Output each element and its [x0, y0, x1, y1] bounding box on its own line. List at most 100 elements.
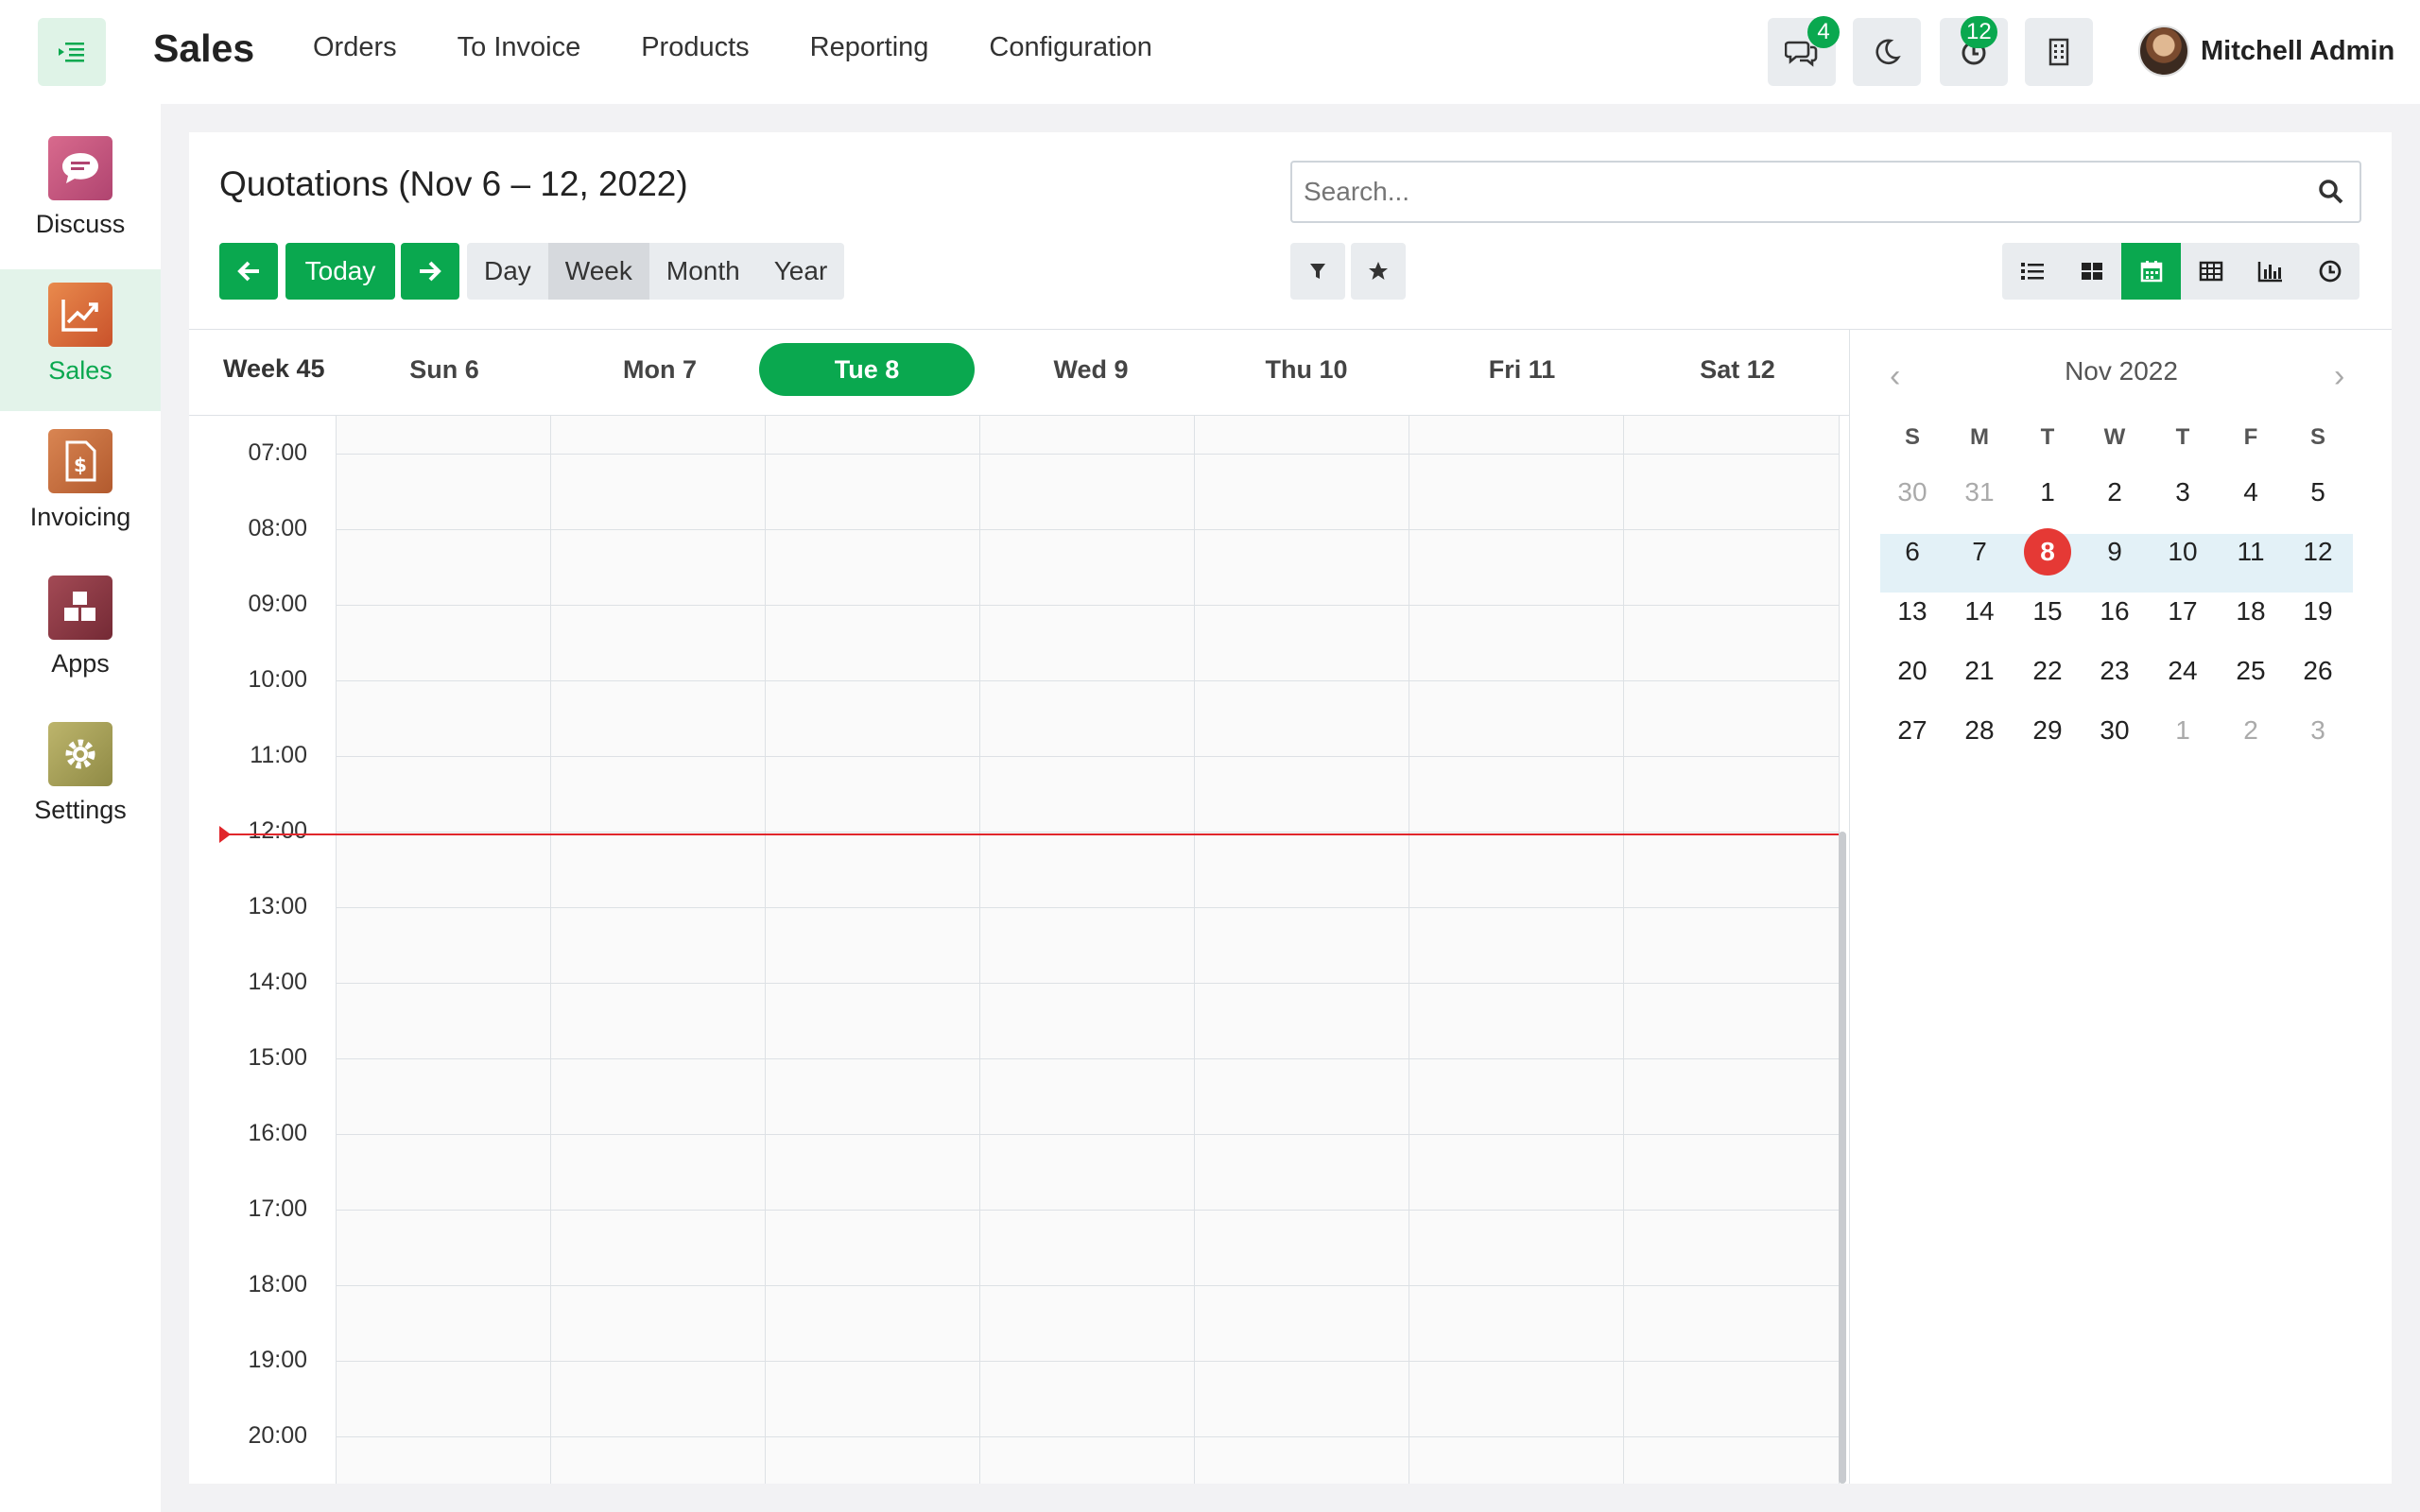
sidebar-item-settings[interactable]: Settings	[0, 709, 161, 850]
gear-icon	[48, 722, 112, 786]
chart-icon	[48, 283, 112, 347]
calendar-view-icon[interactable]	[2121, 243, 2181, 300]
mini-next-month-icon[interactable]: ›	[2334, 358, 2344, 395]
hour-label: 07:00	[248, 439, 307, 466]
day-header-sun[interactable]: Sun 6	[337, 343, 552, 396]
hour-line	[336, 605, 1839, 606]
mini-day[interactable]: 23	[2091, 650, 2138, 692]
app-menu-toggle-button[interactable]	[38, 18, 106, 86]
mini-day[interactable]: 1	[2159, 710, 2206, 751]
menu-configuration[interactable]: Configuration	[989, 32, 1152, 63]
mini-day[interactable]: 12	[2294, 531, 2342, 573]
mini-day[interactable]: 24	[2159, 650, 2206, 692]
app-title[interactable]: Sales	[153, 26, 254, 71]
mini-day[interactable]: 30	[2091, 710, 2138, 751]
sidebar-item-discuss[interactable]: Discuss	[0, 123, 161, 265]
mini-day[interactable]: 2	[2091, 472, 2138, 513]
mini-day[interactable]: 5	[2294, 472, 2342, 513]
hour-line	[336, 983, 1839, 984]
grid-scrollbar[interactable]	[1839, 832, 1846, 1484]
mini-day[interactable]: 28	[1956, 710, 2003, 751]
dark-mode-button[interactable]	[1853, 18, 1921, 86]
mini-day[interactable]: 1	[2024, 472, 2071, 513]
hour-line	[336, 529, 1839, 530]
hour-line	[336, 1285, 1839, 1286]
hour-label: 14:00	[248, 969, 307, 995]
activity-view-icon[interactable]	[2300, 243, 2360, 300]
user-menu[interactable]: Mitchell Admin	[2138, 26, 2394, 77]
pivot-view-icon[interactable]	[2181, 243, 2240, 300]
mini-day[interactable]: 18	[2227, 591, 2274, 632]
today-button[interactable]: Today	[285, 243, 395, 300]
mini-day[interactable]: 11	[2227, 531, 2274, 573]
calendar-time-grid[interactable]: 06:0007:0008:0009:0010:0011:0012:0013:00…	[189, 416, 1849, 1484]
day-header-sat[interactable]: Sat 12	[1630, 343, 1845, 396]
sidebar-item-apps[interactable]: Apps	[0, 562, 161, 704]
mini-day[interactable]: 31	[1956, 472, 2003, 513]
mini-day[interactable]: 3	[2159, 472, 2206, 513]
day-header-tue[interactable]: Tue 8	[759, 343, 975, 396]
arrow-right-icon	[420, 261, 441, 282]
mini-day[interactable]: 22	[2024, 650, 2071, 692]
mini-day[interactable]: 30	[1889, 472, 1936, 513]
mini-day[interactable]: 21	[1956, 650, 2003, 692]
kanban-view-icon[interactable]	[2062, 243, 2121, 300]
scale-month-button[interactable]: Month	[649, 243, 757, 300]
hour-line	[336, 1210, 1839, 1211]
sidebar-item-sales[interactable]: Sales	[0, 269, 161, 411]
mini-day[interactable]: 20	[1889, 650, 1936, 692]
company-switch-button[interactable]	[2025, 18, 2093, 86]
mini-day-today[interactable]: 8	[2024, 528, 2071, 576]
mini-day[interactable]: 13	[1889, 591, 1936, 632]
mini-calendar-title: Nov 2022	[2065, 356, 2178, 386]
day-header-thu[interactable]: Thu 10	[1199, 343, 1414, 396]
mini-day[interactable]: 10	[2159, 531, 2206, 573]
messages-badge: 4	[1807, 16, 1840, 48]
favorites-button[interactable]	[1351, 243, 1406, 300]
hour-label: 17:00	[248, 1195, 307, 1222]
mini-day[interactable]: 9	[2091, 531, 2138, 573]
hour-line	[336, 1436, 1839, 1437]
menu-reporting[interactable]: Reporting	[810, 32, 929, 63]
scale-week-button[interactable]: Week	[547, 243, 649, 300]
mini-day[interactable]: 17	[2159, 591, 2206, 632]
activities-button[interactable]: 12	[1940, 16, 2008, 86]
mini-day[interactable]: 29	[2024, 710, 2071, 751]
mini-day[interactable]: 25	[2227, 650, 2274, 692]
menu-orders[interactable]: Orders	[313, 32, 397, 63]
mini-day[interactable]: 2	[2227, 710, 2274, 751]
day-header-fri[interactable]: Fri 11	[1414, 343, 1630, 396]
calendar-header: Week 45 Sun 6 Mon 7 Tue 8 Wed 9 Thu 10 F…	[189, 329, 1849, 416]
menu-products[interactable]: Products	[641, 32, 749, 63]
day-header-mon[interactable]: Mon 7	[552, 343, 768, 396]
menu-to-invoice[interactable]: To Invoice	[458, 32, 581, 63]
chat-icon	[48, 136, 112, 200]
mini-day[interactable]: 16	[2091, 591, 2138, 632]
mini-day[interactable]: 3	[2294, 710, 2342, 751]
day-header-wed[interactable]: Wed 9	[983, 343, 1199, 396]
mini-day[interactable]: 6	[1889, 531, 1936, 573]
list-view-icon[interactable]	[2002, 243, 2062, 300]
mini-day[interactable]: 26	[2294, 650, 2342, 692]
building-icon	[2048, 38, 2069, 66]
mini-day[interactable]: 14	[1956, 591, 2003, 632]
scale-day-button[interactable]: Day	[467, 243, 548, 300]
previous-button[interactable]	[219, 243, 278, 300]
mini-dow-label: M	[1970, 424, 1989, 450]
mini-day[interactable]: 7	[1956, 531, 2003, 573]
sidebar-item-invoicing[interactable]: $ Invoicing	[0, 416, 161, 558]
mini-day[interactable]: 4	[2227, 472, 2274, 513]
search-input[interactable]	[1292, 163, 2294, 221]
mini-day[interactable]: 19	[2294, 591, 2342, 632]
graph-view-icon[interactable]	[2240, 243, 2300, 300]
messages-button[interactable]: 4	[1768, 16, 1840, 86]
next-button[interactable]	[401, 243, 459, 300]
filter-button[interactable]	[1290, 243, 1345, 300]
page-title: Quotations (Nov 6 – 12, 2022)	[219, 164, 688, 203]
apps-sidebar: Discuss Sales $ Invoicing Apps Settings	[0, 104, 161, 1512]
mini-day[interactable]: 27	[1889, 710, 1936, 751]
mini-day[interactable]: 15	[2024, 591, 2071, 632]
hour-label: 15:00	[248, 1044, 307, 1071]
search-icon[interactable]	[2318, 179, 2344, 205]
scale-year-button[interactable]: Year	[757, 243, 845, 300]
